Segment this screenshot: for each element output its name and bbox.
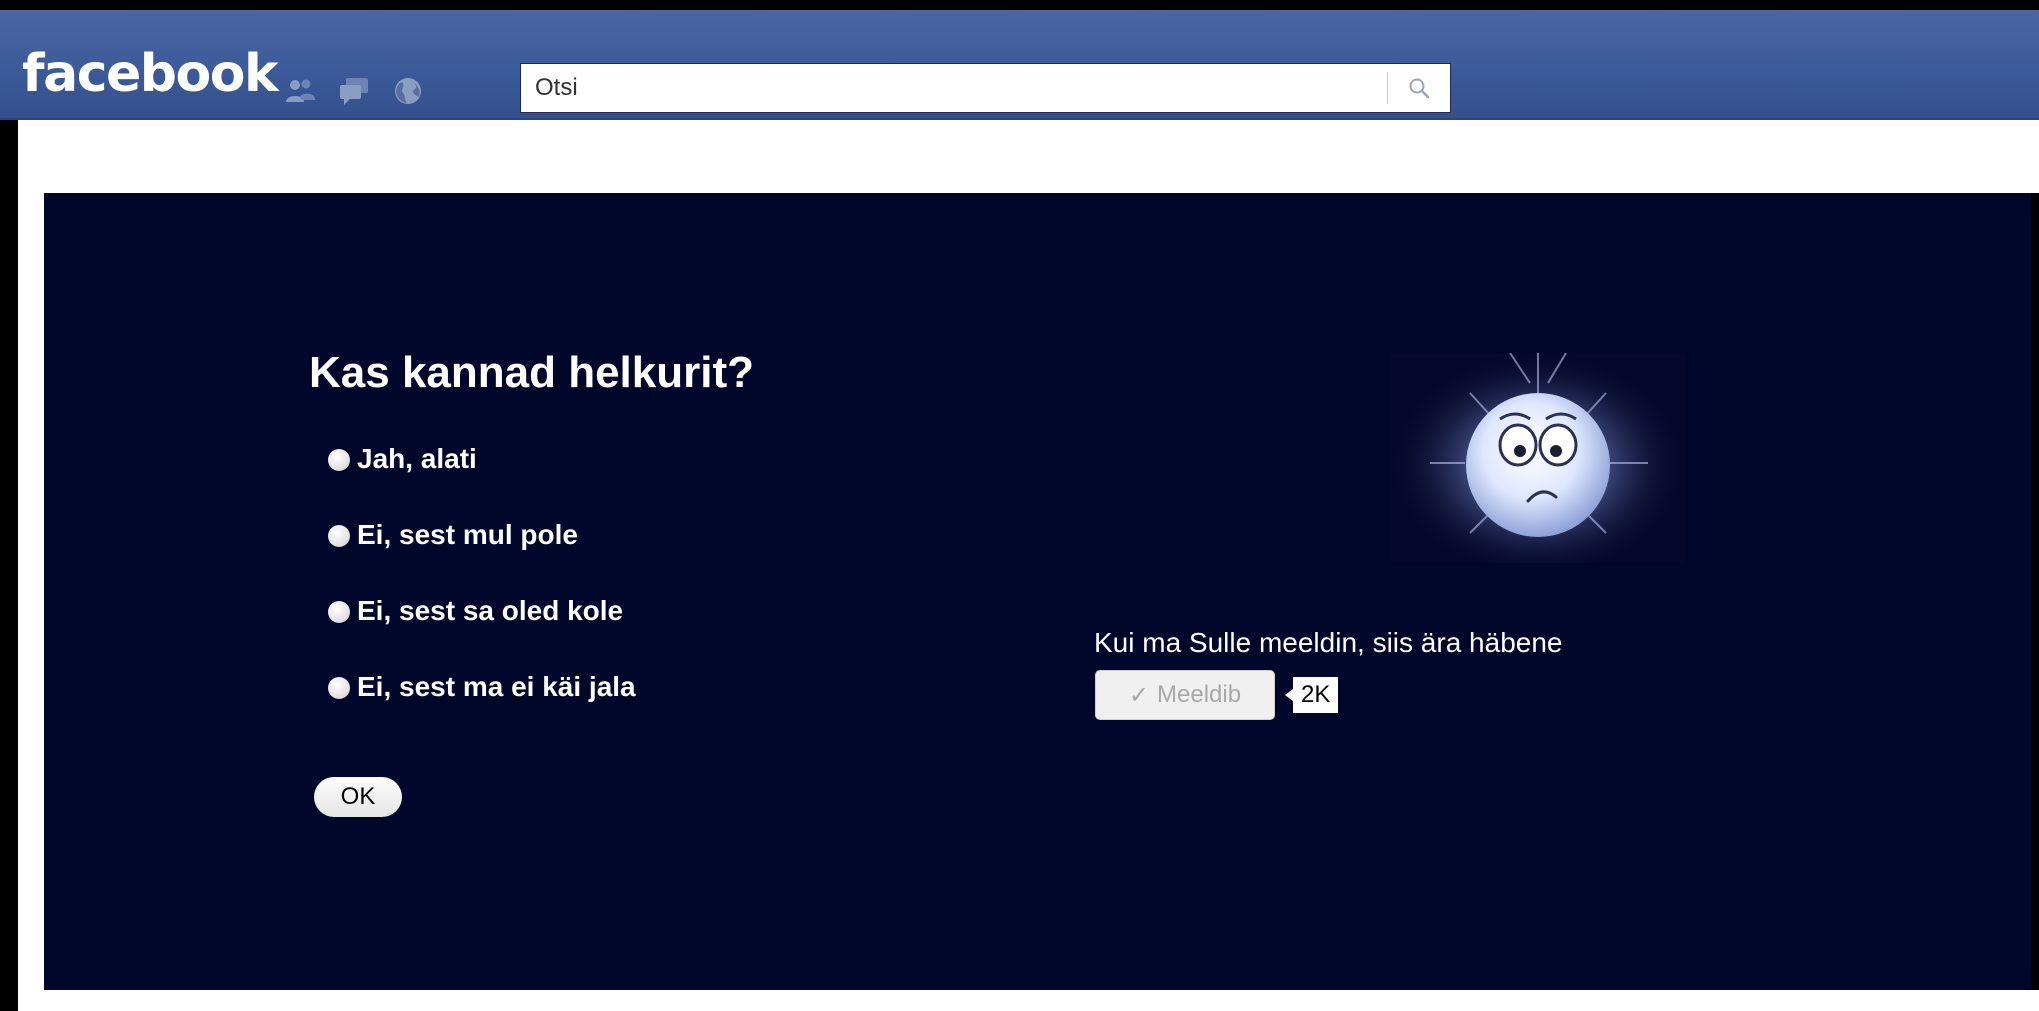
notifications-globe-icon[interactable] (392, 76, 424, 106)
page-margin (18, 120, 44, 1000)
option-label: Ei, sest sa oled kole (357, 595, 624, 626)
poll-app-canvas: Kas kannad helkurit? Jah, alati Ei, sest… (44, 193, 2031, 990)
facebook-blue-bar: facebook (0, 10, 2039, 120)
radio-button[interactable] (328, 449, 350, 471)
option-label: Jah, alati (357, 443, 477, 474)
page-bottom-margin (18, 990, 2039, 1011)
search-button[interactable] (1388, 64, 1450, 112)
option-label: Ei, sest mul pole (357, 519, 578, 550)
like-button-label: Meeldib (1157, 681, 1242, 708)
messages-icon[interactable] (338, 76, 370, 106)
friend-requests-icon[interactable] (284, 76, 316, 106)
poll-question: Kas kannad helkurit? (309, 348, 755, 397)
poll-option[interactable]: Jah, alati (328, 443, 636, 519)
ok-button[interactable]: OK (314, 777, 402, 817)
radio-button[interactable] (328, 525, 350, 547)
search-input[interactable] (521, 64, 1387, 112)
like-count-pointer (1285, 689, 1293, 701)
facebook-logo[interactable]: facebook (22, 48, 279, 100)
search-box (520, 63, 1451, 113)
radio-button[interactable] (328, 677, 350, 699)
notification-jewels (284, 76, 424, 106)
poll-option[interactable]: Ei, sest sa oled kole (328, 595, 636, 671)
radio-button[interactable] (328, 601, 350, 623)
moon-face-image (1390, 353, 1686, 563)
option-label: Ei, sest ma ei käi jala (357, 671, 636, 702)
like-button[interactable]: ✓ Meeldib (1095, 670, 1275, 720)
like-count: 2K (1293, 677, 1339, 713)
like-prompt-text: Kui ma Sulle meeldin, siis ära häbene (1094, 627, 1563, 658)
magnifier-icon (1409, 78, 1430, 99)
poll-option[interactable]: Ei, sest mul pole (328, 519, 636, 595)
browser-frame: facebook Otsi Kas kannad helkurit? Jah, … (0, 0, 2039, 1011)
checkmark-icon: ✓ (1128, 681, 1150, 709)
page-background (18, 120, 2039, 193)
poll-option[interactable]: Ei, sest ma ei käi jala (328, 671, 636, 747)
poll-options: Jah, alati Ei, sest mul pole Ei, sest sa… (328, 443, 636, 747)
